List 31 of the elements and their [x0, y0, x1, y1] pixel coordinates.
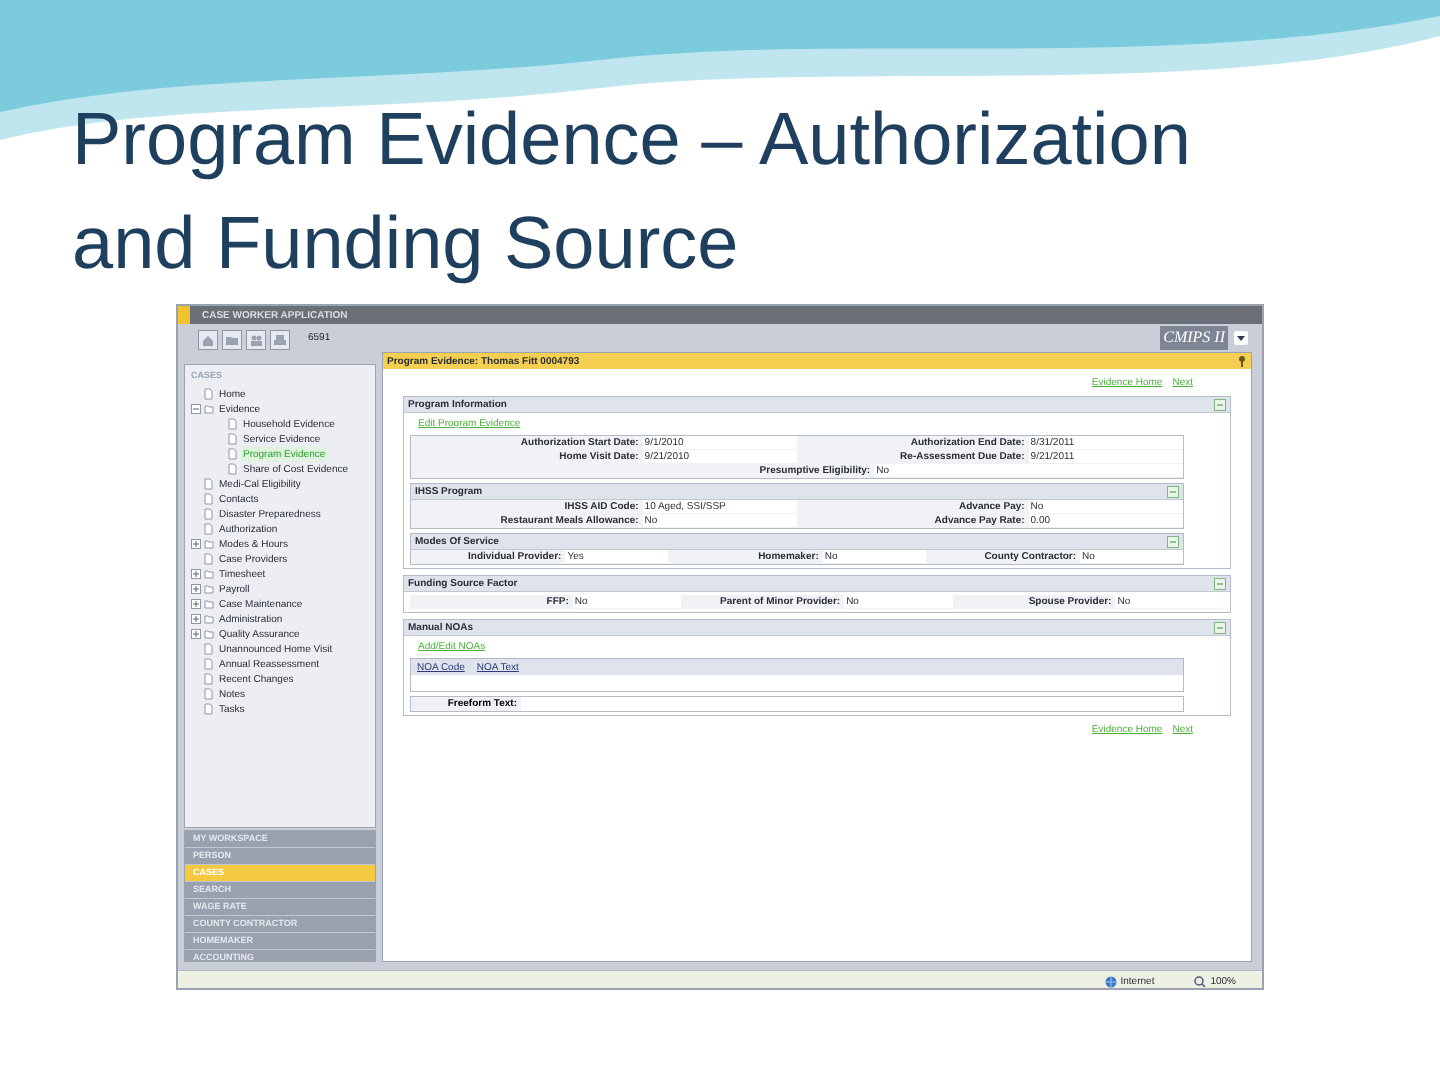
expand-icon[interactable]	[191, 629, 201, 639]
expand-icon[interactable]	[191, 584, 201, 594]
zoom-icon	[1194, 975, 1207, 988]
expand-icon[interactable]	[191, 599, 201, 609]
globe-icon	[1104, 975, 1117, 988]
collapse-icon[interactable]	[1167, 535, 1179, 548]
collapse-icon[interactable]	[1167, 485, 1179, 498]
collapse-icon[interactable]	[1214, 398, 1226, 411]
collapse-icon[interactable]	[191, 404, 201, 414]
people-icon	[249, 333, 263, 347]
app-logo-icon	[178, 306, 190, 324]
collapse-icon[interactable]	[1214, 621, 1226, 634]
toolbar-home-button[interactable]	[198, 330, 218, 350]
toolbar-print-button[interactable]	[270, 330, 290, 350]
brand-logo: CMIPS II	[1160, 326, 1228, 350]
pin-icon	[1237, 355, 1247, 367]
expand-icon[interactable]	[191, 614, 201, 624]
expand-icon[interactable]	[191, 539, 201, 549]
page-icon	[204, 388, 214, 400]
folder-icon	[204, 538, 214, 550]
page-icon	[204, 553, 214, 565]
folder-icon	[225, 333, 239, 347]
collapse-icon[interactable]	[1214, 577, 1226, 590]
dropdown-icon	[1234, 331, 1248, 345]
print-icon	[273, 333, 287, 347]
expand-icon[interactable]	[191, 569, 201, 579]
toolbar-people-button[interactable]	[246, 330, 266, 350]
home-icon	[201, 333, 215, 347]
slide-title: Program Evidence – Authorization and Funding Source	[72, 96, 1193, 288]
folder-icon	[204, 403, 214, 415]
toolbar-folder-button[interactable]	[222, 330, 242, 350]
